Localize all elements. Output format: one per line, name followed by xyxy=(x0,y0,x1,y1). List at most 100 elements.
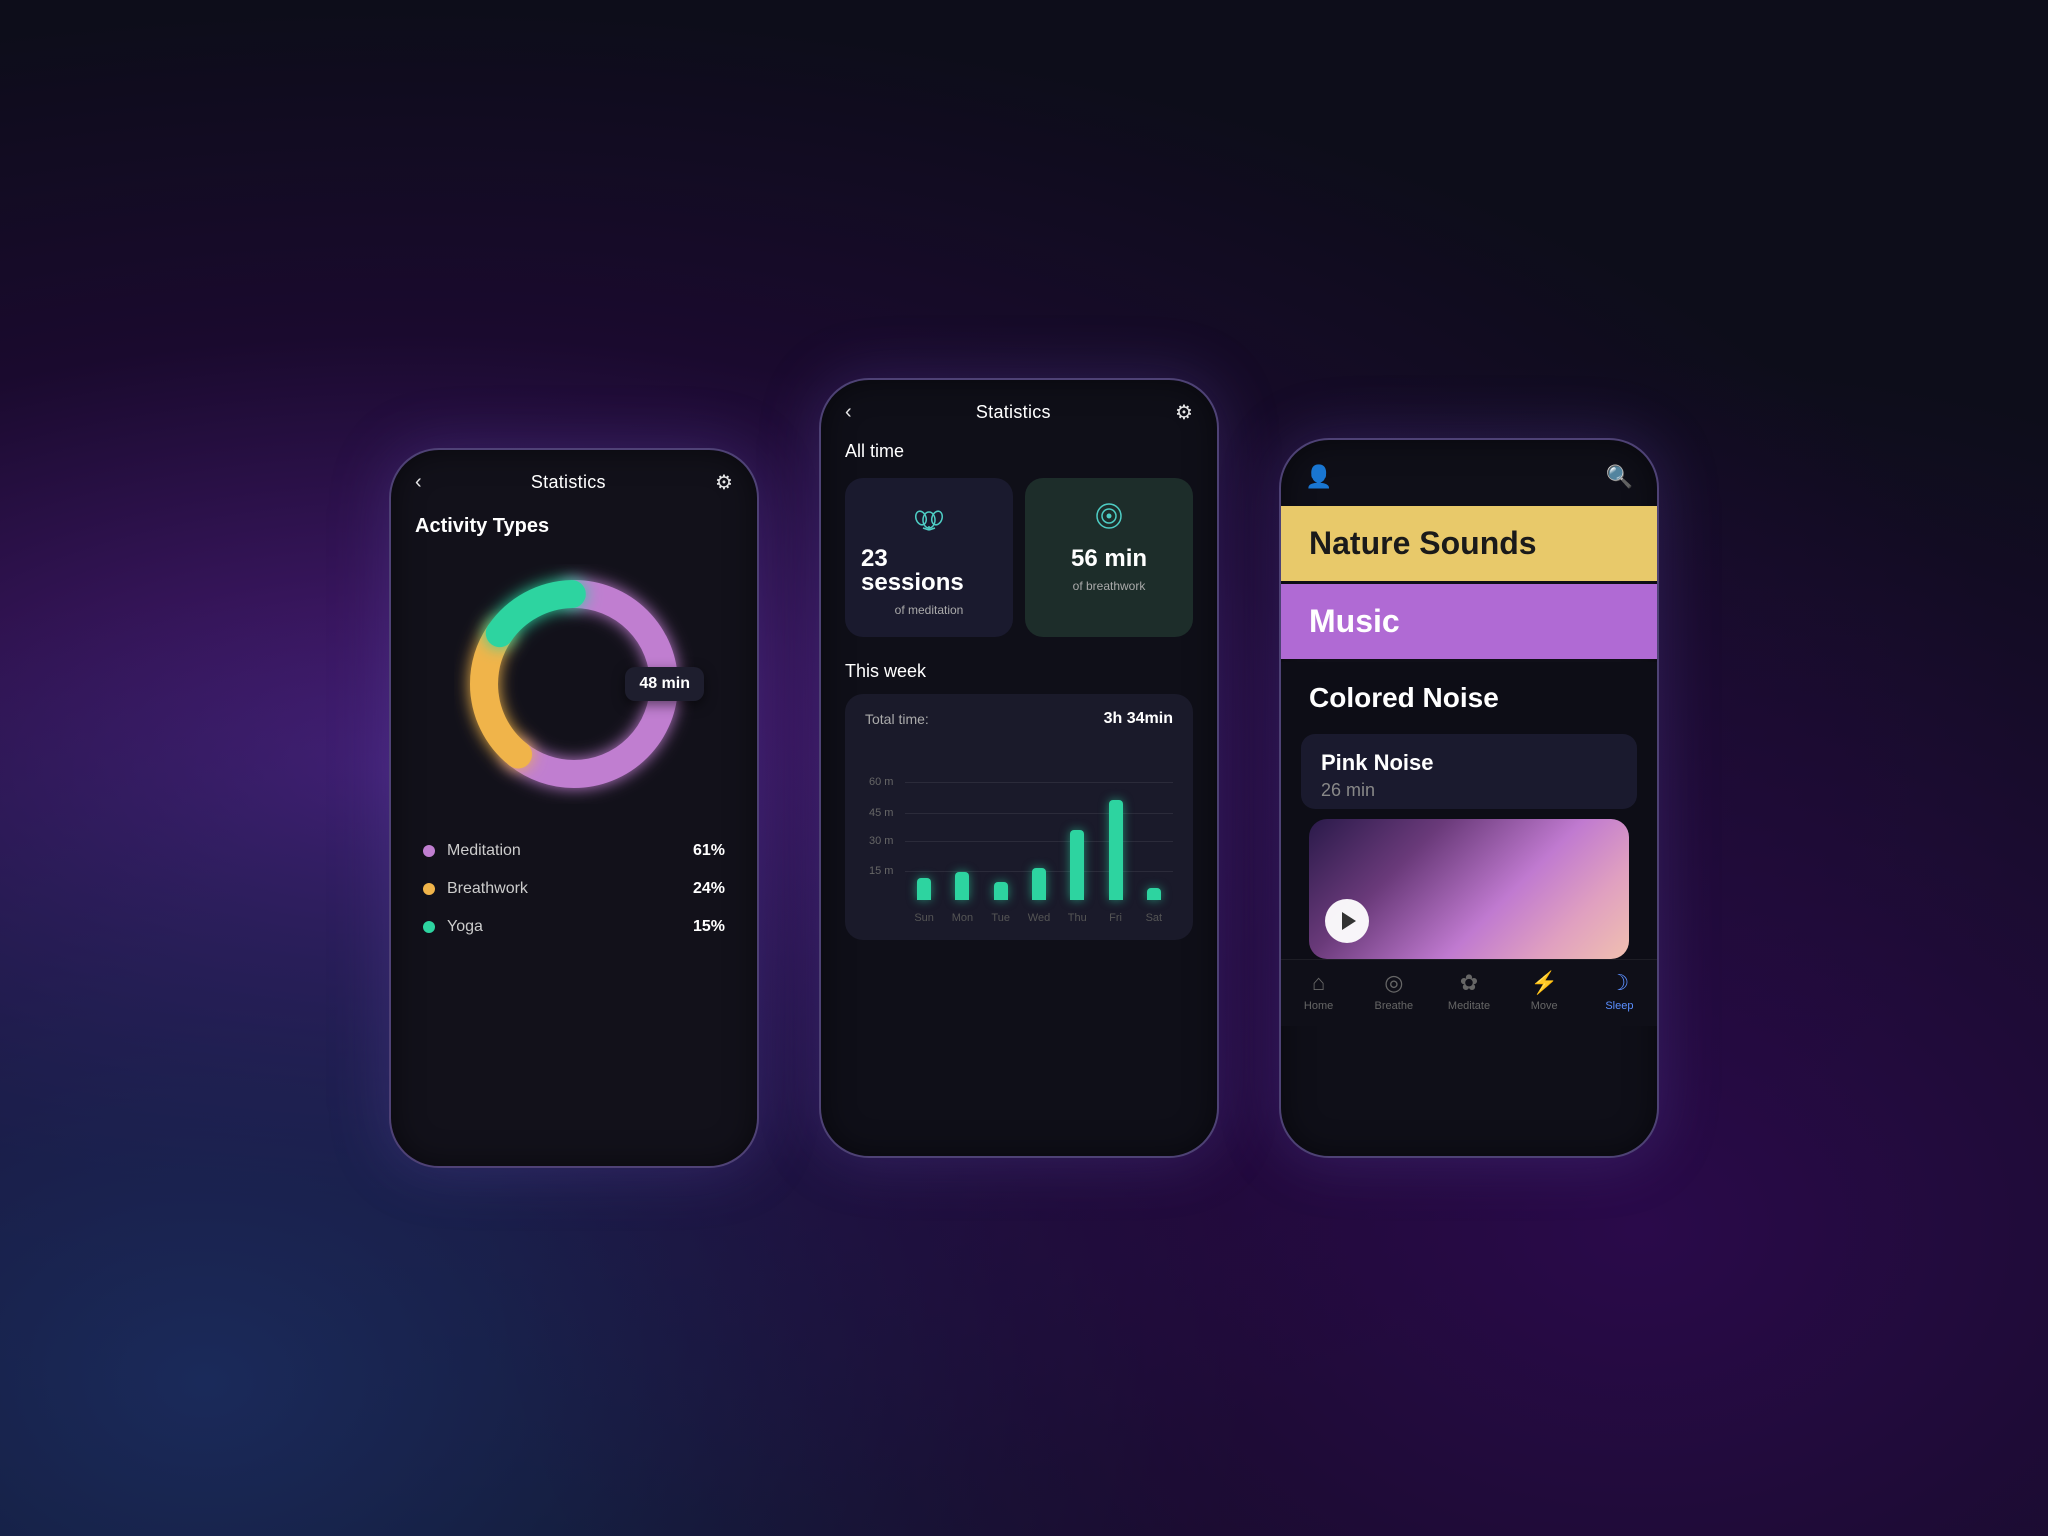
play-button[interactable] xyxy=(1325,899,1369,943)
nav-move[interactable]: ⚡ Move xyxy=(1507,970,1582,1012)
breathwork-label: Breathwork xyxy=(447,880,528,898)
day-sat: Sat xyxy=(1135,912,1173,924)
breathwork-pct: 24% xyxy=(693,880,725,898)
phone3-header: 👤 🔍 xyxy=(1281,440,1657,506)
play-triangle-icon xyxy=(1342,912,1356,930)
this-week-label: This week xyxy=(821,657,1217,694)
nature-sounds-title: Nature Sounds xyxy=(1309,526,1629,561)
sleep-label: Sleep xyxy=(1605,1000,1633,1012)
yoga-pct: 15% xyxy=(693,918,725,936)
breathe-icon: ◎ xyxy=(1384,970,1403,996)
user-icon[interactable]: 👤 xyxy=(1305,464,1332,490)
noise-player xyxy=(1309,819,1629,959)
bar-thu xyxy=(1058,830,1096,900)
grid-label-45m: 45 m xyxy=(869,807,893,819)
lotus-icon xyxy=(911,498,947,539)
grid-label-60m: 60 m xyxy=(869,776,893,788)
phone2-title: Statistics xyxy=(976,402,1051,423)
bar-value-thu xyxy=(1070,830,1084,900)
meditation-label: Meditation xyxy=(447,842,521,860)
meditation-dot xyxy=(423,845,435,857)
donut-chart-container: 48 min xyxy=(391,554,757,824)
bar-value-sun xyxy=(917,878,931,900)
day-thu: Thu xyxy=(1058,912,1096,924)
activity-legend: Meditation 61% Breathwork 24% Yoga 15% xyxy=(391,824,757,966)
bar-tue xyxy=(982,882,1020,900)
bar-value-wed xyxy=(1032,868,1046,900)
legend-item-yoga: Yoga 15% xyxy=(423,908,725,946)
day-fri: Fri xyxy=(1096,912,1134,924)
bar-sun xyxy=(905,878,943,900)
back-button-2[interactable]: ‹ xyxy=(845,401,852,424)
phone1-header: ‹ Statistics ⚙ xyxy=(391,450,757,507)
sleep-icon: ☽ xyxy=(1610,970,1630,996)
music-title: Music xyxy=(1309,604,1629,639)
circle-target-icon xyxy=(1091,498,1127,539)
settings-icon-2[interactable]: ⚙ xyxy=(1175,400,1193,425)
pink-noise-duration: 26 min xyxy=(1321,780,1617,801)
legend-item-meditation: Meditation 61% xyxy=(423,832,725,870)
bar-chart-card: Total time: 3h 34min 60 m 45 m 30 m 15 m xyxy=(845,694,1193,940)
stat-card-breathwork[interactable]: 56 min of breathwork xyxy=(1025,478,1193,637)
day-tue: Tue xyxy=(982,912,1020,924)
bar-value-tue xyxy=(994,882,1008,900)
bar-value-sat xyxy=(1147,888,1161,900)
settings-icon-1[interactable]: ⚙ xyxy=(715,470,733,495)
noise-content: Colored Noise xyxy=(1281,662,1657,734)
breathe-label: Breathe xyxy=(1375,1000,1414,1012)
move-icon: ⚡ xyxy=(1531,970,1558,996)
home-label: Home xyxy=(1304,1000,1333,1012)
breathwork-dot xyxy=(423,883,435,895)
bottom-navigation: ⌂ Home ◎ Breathe ✿ Meditate ⚡ Move ☽ Sle… xyxy=(1281,959,1657,1026)
donut-chart: 48 min xyxy=(454,564,694,804)
category-nature-sounds[interactable]: Nature Sounds xyxy=(1281,506,1657,581)
stat-card-meditation[interactable]: 23 sessions of meditation xyxy=(845,478,1013,637)
phone1-title: Statistics xyxy=(531,472,606,493)
activity-types-title: Activity Types xyxy=(391,507,757,554)
phone-activity-types: ‹ Statistics ⚙ Activity Types 48 min Med… xyxy=(389,448,759,1168)
total-time-value: 3h 34min xyxy=(1104,710,1173,728)
chart-header: Total time: 3h 34min xyxy=(865,710,1173,728)
total-time-label: Total time: xyxy=(865,711,929,727)
bar-mon xyxy=(943,872,981,900)
nav-breathe[interactable]: ◎ Breathe xyxy=(1356,970,1431,1012)
phone-sleep-sounds: 👤 🔍 Nature Sounds Music Colored Noise Pi… xyxy=(1279,438,1659,1158)
bar-wed xyxy=(1020,868,1058,900)
donut-center-label: 48 min xyxy=(625,667,704,701)
phone2-header: ‹ Statistics ⚙ xyxy=(821,380,1217,437)
breathwork-min-label: of breathwork xyxy=(1073,579,1146,593)
bars-area xyxy=(905,744,1173,900)
meditation-sessions-number: 23 sessions xyxy=(861,547,997,595)
meditation-sessions-label: of meditation xyxy=(895,603,964,617)
bar-sat xyxy=(1135,888,1173,900)
pink-noise-title: Pink Noise xyxy=(1321,750,1617,776)
stats-cards-container: 23 sessions of meditation 56 min of brea… xyxy=(821,478,1217,657)
move-label: Move xyxy=(1531,1000,1558,1012)
search-icon[interactable]: 🔍 xyxy=(1606,464,1633,490)
bar-value-fri xyxy=(1109,800,1123,900)
meditate-label: Meditate xyxy=(1448,1000,1490,1012)
nav-meditate[interactable]: ✿ Meditate xyxy=(1431,970,1506,1012)
meditation-pct: 61% xyxy=(693,842,725,860)
bar-fri xyxy=(1096,800,1134,900)
day-sun: Sun xyxy=(905,912,943,924)
pink-noise-card[interactable]: Pink Noise 26 min xyxy=(1301,734,1637,809)
phone-statistics: ‹ Statistics ⚙ All time 23 sessions of m… xyxy=(819,378,1219,1158)
bar-value-mon xyxy=(955,872,969,900)
yoga-dot xyxy=(423,921,435,933)
nav-sleep[interactable]: ☽ Sleep xyxy=(1582,970,1657,1012)
day-wed: Wed xyxy=(1020,912,1058,924)
grid-label-15m: 15 m xyxy=(869,865,893,877)
home-icon: ⌂ xyxy=(1312,970,1325,996)
nav-home[interactable]: ⌂ Home xyxy=(1281,970,1356,1012)
category-music[interactable]: Music xyxy=(1281,584,1657,659)
legend-item-breathwork: Breathwork 24% xyxy=(423,870,725,908)
colored-noise-section: Colored Noise Pink Noise 26 min xyxy=(1281,662,1657,959)
bar-day-labels: Sun Mon Tue Wed Thu Fri Sat xyxy=(905,912,1173,924)
back-button-1[interactable]: ‹ xyxy=(415,471,422,494)
breathwork-min-number: 56 min xyxy=(1071,547,1147,571)
all-time-label: All time xyxy=(821,437,1217,478)
bar-chart: 60 m 45 m 30 m 15 m xyxy=(865,744,1173,924)
grid-label-30m: 30 m xyxy=(869,835,893,847)
meditate-icon: ✿ xyxy=(1460,970,1478,996)
